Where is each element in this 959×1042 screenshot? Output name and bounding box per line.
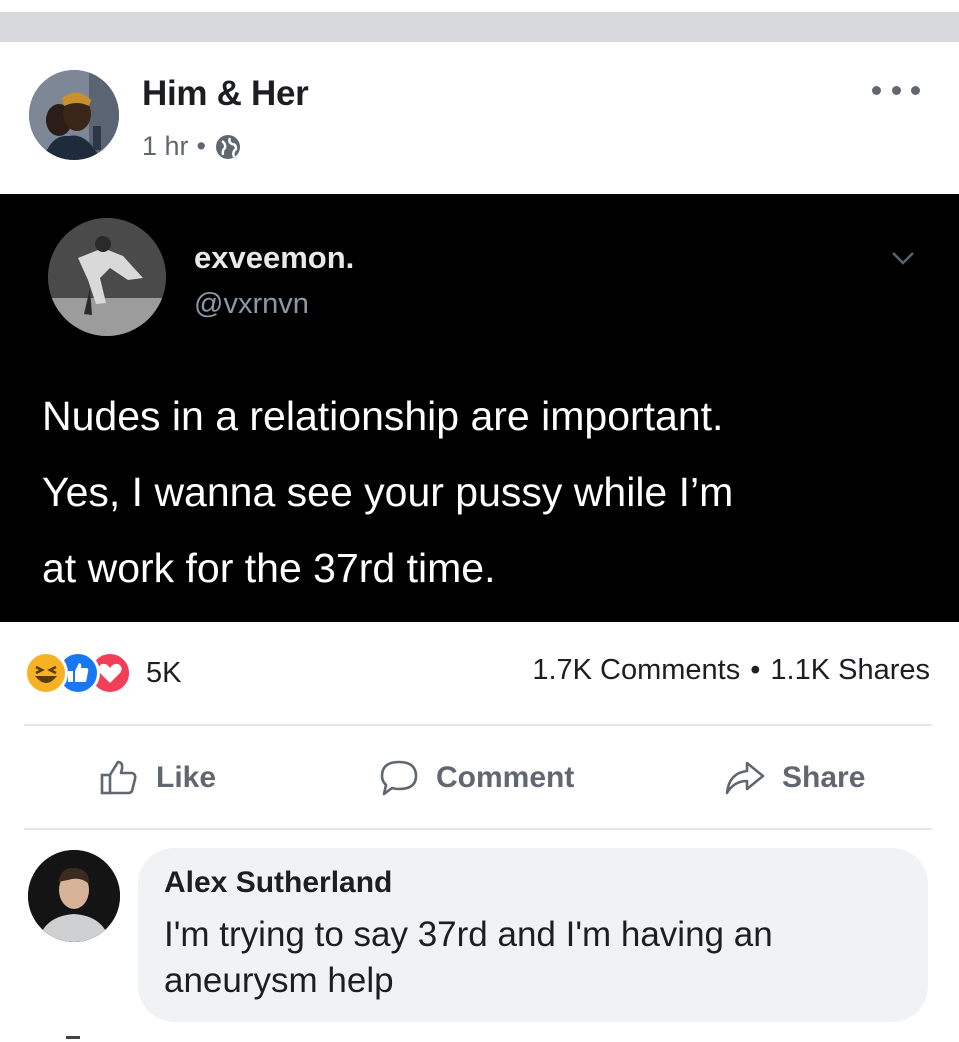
tweet-line: at work for the 37rd time. <box>42 545 496 591</box>
comment-button[interactable]: Comment <box>376 750 574 806</box>
reaction-summary[interactable]: 5K <box>24 650 181 696</box>
comment-author[interactable]: Alex Sutherland <box>164 866 392 900</box>
comment-text: I'm trying to say 37rd and I'm having an… <box>164 912 904 1004</box>
ellipsis-dot <box>872 85 881 95</box>
meta-separator: • <box>196 131 206 161</box>
divider <box>24 828 932 830</box>
comment-line: I'm trying to say 37rd and I'm having an <box>164 915 773 954</box>
tweet-line: Nudes in a relationship are important. <box>42 393 724 439</box>
ellipsis-dot <box>911 85 920 95</box>
tweet-text: Nudes in a relationship are important. Y… <box>42 378 922 606</box>
partial-element-edge <box>66 1036 80 1039</box>
stats-separator: • <box>750 654 761 686</box>
ellipsis-dot <box>891 85 901 95</box>
haha-icon <box>24 651 68 695</box>
top-gray-bar <box>0 12 959 42</box>
tweet-display-name: exveemon. <box>194 240 355 275</box>
globe-icon <box>215 134 240 159</box>
share-label: Share <box>782 761 866 794</box>
engagement-stats: 1.7K Comments • 1.1K Shares <box>532 654 930 687</box>
comment-label: Comment <box>436 761 575 794</box>
tweet-avatar <box>48 218 166 336</box>
chevron-down-icon <box>892 252 914 265</box>
top-strip <box>0 0 959 42</box>
post-options-button[interactable] <box>872 78 920 102</box>
page-name[interactable]: Him & Her <box>142 74 309 114</box>
post-meta: 1 hr • <box>142 131 242 162</box>
commenter-avatar[interactable] <box>28 850 120 942</box>
tweet-handle: @vxrnvn <box>194 288 309 320</box>
page-avatar[interactable] <box>29 70 119 160</box>
thumbs-up-icon <box>100 760 137 795</box>
post-time[interactable]: 1 hr <box>142 131 189 162</box>
reaction-count: 5K <box>146 656 182 689</box>
couple-photo <box>29 70 119 160</box>
comment-bubble-icon <box>380 760 418 796</box>
like-button[interactable]: Like <box>96 750 216 806</box>
share-count-link[interactable]: 1.1K Shares <box>770 654 930 687</box>
comment-count-link[interactable]: 1.7K Comments <box>532 654 740 687</box>
share-arrow-icon <box>725 761 765 795</box>
like-label: Like <box>156 761 217 794</box>
skateboarder-photo <box>48 218 166 336</box>
divider <box>24 724 932 726</box>
facebook-post-page: Him & Her 1 hr • exveemon. @vxrnvn Nudes… <box>0 0 959 1042</box>
comment-line: aneurysm help <box>164 961 394 1000</box>
commenter-photo <box>28 850 120 942</box>
tweet-line: Yes, I wanna see your pussy while I’m <box>42 469 734 515</box>
share-button[interactable]: Share <box>722 750 865 806</box>
